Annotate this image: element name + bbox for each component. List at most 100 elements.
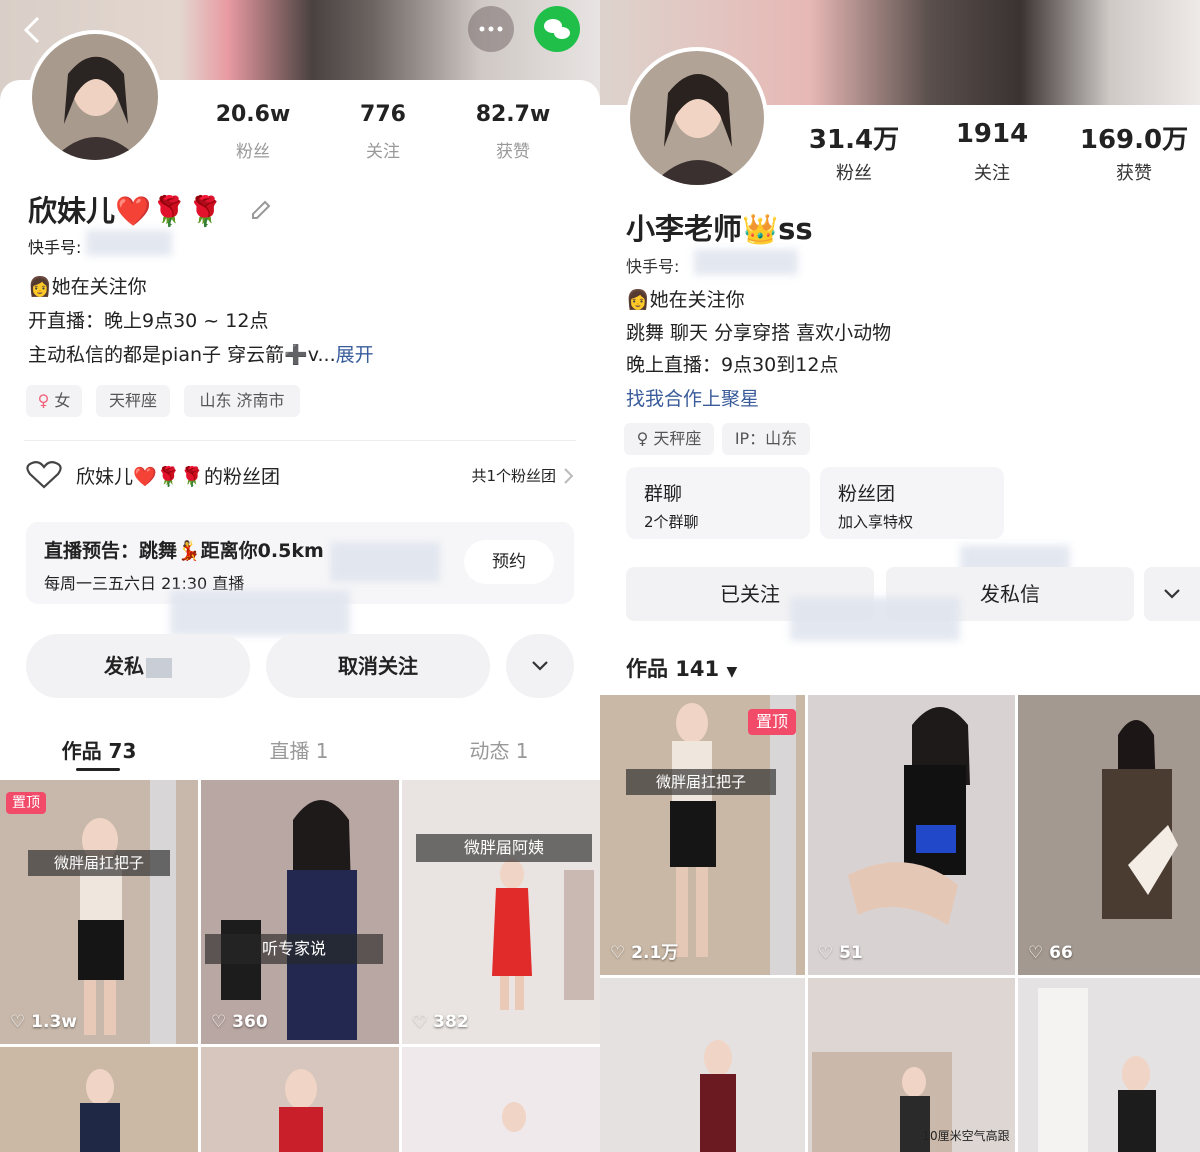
- wechat-icon: [544, 19, 570, 39]
- followers-count[interactable]: 31.4万: [796, 119, 912, 156]
- video-tile[interactable]: [201, 1047, 399, 1152]
- video-thumbnail: [402, 1047, 600, 1152]
- video-thumbnail: [1018, 978, 1200, 1152]
- tag-gender: ♀ 女: [26, 385, 82, 417]
- reserve-button[interactable]: 预约: [464, 540, 554, 584]
- divider: [24, 440, 576, 441]
- like-count-value: 2.1万: [631, 943, 679, 963]
- followers-label: 粉丝: [236, 142, 270, 162]
- left-profile-screen: 20.6w 粉丝 776 关注 82.7w 获赞 欣妹儿❤️🌹🌹 快手号: 👩她…: [0, 0, 600, 1152]
- following-count[interactable]: 1914: [934, 119, 1050, 149]
- video-tile[interactable]: 听专家说 ♡ 360: [201, 780, 399, 1044]
- follow-status: 👩她在关注你: [28, 276, 147, 298]
- wechat-share-button[interactable]: [534, 6, 580, 52]
- video-caption: 10厘米空气高跟: [922, 1129, 1010, 1143]
- video-tile[interactable]: ♡ 51: [808, 695, 1015, 975]
- likes-count: 82.7w: [475, 102, 551, 127]
- video-tile[interactable]: [402, 1047, 600, 1152]
- send-message-button[interactable]: 发私: [26, 634, 250, 698]
- bio-line-1: 跳舞 聊天 分享穿搭 喜欢小动物: [626, 322, 892, 344]
- pinned-badge: 置顶: [6, 792, 46, 814]
- video-tile[interactable]: [600, 978, 805, 1152]
- chevron-down-icon: [532, 661, 548, 671]
- fan-group-row[interactable]: 欣妹儿❤️🌹🌹的粉丝团 共1个粉丝团: [24, 458, 576, 494]
- like-count: ♡ 2.1万: [610, 943, 679, 963]
- more-options-button[interactable]: [1144, 567, 1200, 621]
- like-count-value: 1.3w: [31, 1012, 77, 1032]
- follow-status-text: 她在关注你: [51, 276, 147, 298]
- video-tile[interactable]: 置顶 微胖届扛把子 ♡ 1.3w: [0, 780, 198, 1044]
- avatar[interactable]: [626, 47, 768, 189]
- like-count: ♡ 360: [211, 1012, 268, 1032]
- video-caption: 微胖届扛把子: [626, 769, 776, 795]
- redacted-id: [86, 230, 172, 256]
- live-notice-title: 直播预告：跳舞💃距离你0.5km: [44, 540, 324, 562]
- back-icon: [23, 16, 40, 44]
- works-label: 作品 141: [626, 657, 720, 681]
- like-count: ♡ 1.3w: [10, 1012, 77, 1032]
- tag-location: 山东 济南市: [184, 385, 300, 417]
- profile-name: 欣妹儿❤️🌹🌹: [28, 194, 224, 228]
- video-thumbnail: [402, 780, 600, 1044]
- send-message-label: 发私: [104, 654, 144, 678]
- group-chat-subtitle: 2个群聊: [644, 513, 699, 531]
- video-thumbnail: [201, 1047, 399, 1152]
- chevron-down-icon: [1164, 589, 1180, 599]
- unfollow-button[interactable]: 取消关注: [266, 634, 490, 698]
- following-label: 关注: [974, 163, 1010, 184]
- following-count[interactable]: 776: [330, 102, 436, 127]
- likes-label: 获赞: [496, 142, 530, 162]
- likes-label: 获赞: [1116, 163, 1152, 184]
- more-icon: [479, 26, 503, 32]
- video-thumbnail: [808, 695, 1015, 975]
- fan-group-count: 共1个粉丝团: [471, 467, 556, 485]
- more-button[interactable]: [468, 6, 514, 52]
- profile-card: 31.4万 粉丝 1914 关注 169.0万 获赞 小李老师👑ss 快手号: …: [600, 47, 1200, 1152]
- video-caption: 微胖届扛把子: [28, 850, 170, 876]
- cooperation-link[interactable]: 找我合作上聚星: [626, 384, 759, 411]
- video-tile[interactable]: [1018, 978, 1200, 1152]
- tab-works-indicator: [76, 768, 120, 771]
- bio-line-1: 开直播：晚上9点30 ~ 12点: [28, 310, 269, 332]
- tab-works[interactable]: 作品 73: [26, 735, 172, 764]
- redacted-watermark: [330, 542, 440, 582]
- group-chat-title: 群聊: [644, 483, 683, 505]
- dropdown-arrow-icon: ▼: [726, 664, 738, 680]
- followers-count[interactable]: 20.6w: [200, 102, 306, 127]
- video-thumbnail: [0, 1047, 198, 1152]
- avatar[interactable]: [28, 30, 162, 164]
- fan-club-card[interactable]: 粉丝团 加入享特权: [820, 467, 1004, 539]
- group-chat-card[interactable]: 群聊 2个群聊: [626, 467, 810, 539]
- tab-moments[interactable]: 动态 1: [426, 735, 572, 764]
- fan-club-title: 粉丝团: [838, 483, 896, 505]
- profile-card: 20.6w 粉丝 776 关注 82.7w 获赞 欣妹儿❤️🌹🌹 快手号: 👩她…: [0, 30, 600, 1152]
- tab-live[interactable]: 直播 1: [226, 735, 372, 764]
- more-options-button[interactable]: [506, 634, 574, 698]
- avatar-image: [630, 51, 764, 185]
- video-thumbnail: [1018, 695, 1200, 975]
- chevron-right-icon: [564, 468, 574, 484]
- following-label: 关注: [366, 142, 400, 162]
- pinned-badge: 置顶: [748, 709, 796, 735]
- video-tile[interactable]: 微胖届阿姨 ♡ 382: [402, 780, 600, 1044]
- bio-line-2-text: 主动私信的都是pian子 穿云箭➕v...: [28, 344, 336, 366]
- like-count-value: 66: [1049, 943, 1073, 963]
- expand-link[interactable]: 展开: [336, 344, 374, 366]
- bio-line-2: 主动私信的都是pian子 穿云箭➕v...展开: [28, 340, 374, 367]
- profile-name: 小李老师👑ss: [626, 212, 813, 246]
- tag-zodiac-text: 天秤座: [653, 429, 702, 448]
- video-tile[interactable]: ♡ 66: [1018, 695, 1200, 975]
- like-count-value: 382: [433, 1012, 469, 1032]
- back-button[interactable]: [12, 10, 52, 50]
- video-thumbnail: [600, 978, 805, 1152]
- redacted-text: [146, 657, 172, 678]
- tag-gender-text: 女: [54, 391, 71, 410]
- works-tab[interactable]: 作品 141 ▼: [626, 653, 737, 683]
- like-count: ♡ 51: [818, 943, 863, 963]
- video-tile[interactable]: 10厘米空气高跟: [808, 978, 1015, 1152]
- bio-line-2: 晚上直播：9点30到12点: [626, 354, 839, 376]
- like-count-value: 51: [839, 943, 863, 963]
- video-tile[interactable]: [0, 1047, 198, 1152]
- video-tile[interactable]: 置顶 微胖届扛把子 ♡ 2.1万: [600, 695, 805, 975]
- edit-icon[interactable]: [248, 194, 274, 220]
